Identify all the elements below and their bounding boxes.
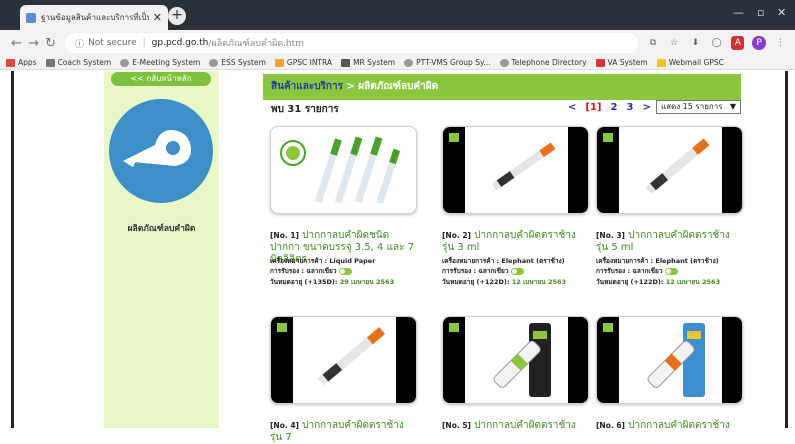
- url-path: /ผลิตภัณฑ์ลบคำผิด.htm: [208, 39, 305, 49]
- tab-title: ฐานข้อมูลสินค้าและบริการที่เป็นมิตรกับ: [41, 13, 149, 22]
- product-name[interactable]: [No. 6] ปากกาลบคำผิดตราช้าง: [596, 420, 743, 432]
- bookmarks-bar: Apps Coach System E-Meeting System ESS S…: [0, 56, 795, 70]
- per-page-select[interactable]: แสดง 15 รายการ ▼: [656, 100, 741, 114]
- product-cert: การรับรอง : ฉลากเขียว: [270, 266, 352, 276]
- bookmark-ptt-vms[interactable]: PTT-VMS Group Sy...: [404, 58, 491, 67]
- close-window-icon[interactable]: ✕: [777, 6, 786, 19]
- bookmark-icon: [341, 58, 351, 67]
- bookmark-va-system[interactable]: VA System: [595, 58, 648, 67]
- browser-titlebar: ฐานข้อมูลสินค้าและบริการที่เป็นมิตรกับ ✕…: [0, 0, 795, 30]
- bookmark-apps[interactable]: Apps: [6, 58, 37, 67]
- star-icon[interactable]: ☆: [668, 36, 681, 50]
- green-label-icon: [664, 267, 678, 275]
- product-name[interactable]: [No. 4] ปากกาลบคำผิดตราช้าง รุ่น 7: [270, 420, 417, 444]
- product-name[interactable]: [No. 3] ปากกาลบคำผิดตราช้าง รุ่น 5 ml: [596, 230, 743, 254]
- product-cert: การรับรอง : ฉลากเขียว: [596, 266, 678, 276]
- apps-icon: [6, 58, 15, 67]
- green-label-icon: [338, 267, 352, 275]
- category-sidebar: << กลับหน้าหลัก ผลิตภัณฑ์ลบคำผิด: [104, 71, 219, 428]
- pdf-extension-icon[interactable]: A: [731, 36, 745, 50]
- product-image[interactable]: [442, 316, 589, 404]
- new-tab-button[interactable]: +: [168, 7, 186, 25]
- product-expiry: วันหมดอายุ (+122D): 12 เมษายน 2563: [442, 278, 567, 286]
- product-brand: เครื่องหมายการค้า : Elephant (ตราช้าง): [442, 257, 565, 265]
- globe-icon: [209, 58, 219, 67]
- product-image[interactable]: [596, 126, 743, 214]
- pager-page-3[interactable]: 3: [626, 102, 633, 113]
- main-content: สินค้าและบริการ > ผลิตภัณฑ์ลบคำผิด พบ 31…: [263, 71, 743, 443]
- bookmark-icon: [595, 58, 605, 67]
- bookmark-webmail[interactable]: Webmail GPSC: [656, 58, 724, 67]
- product-image[interactable]: [270, 316, 417, 404]
- reload-icon[interactable]: ↻: [42, 36, 59, 51]
- globe-icon: [499, 58, 509, 67]
- globe-icon: [404, 58, 414, 67]
- page-left-border: [11, 71, 14, 428]
- maximize-icon[interactable]: ▫: [757, 6, 764, 19]
- pager-current: [1]: [585, 102, 602, 113]
- chevron-down-icon: ▼: [729, 102, 736, 111]
- forward-arrow-icon[interactable]: →: [25, 36, 42, 51]
- webmail-icon: [656, 58, 666, 67]
- bookmark-icon: [45, 58, 55, 67]
- green-label-icon: [510, 267, 524, 275]
- product-brand: เครื่องหมายการค้า : Elephant (ตราช้าง): [596, 257, 719, 265]
- breadcrumb: สินค้าและบริการ > ผลิตภัณฑ์ลบคำผิด: [263, 74, 741, 100]
- security-label: Not secure: [88, 38, 137, 48]
- back-arrow-icon[interactable]: ←: [8, 36, 25, 51]
- download-icon[interactable]: ⬇: [689, 36, 702, 50]
- correction-tape-icon: [109, 99, 213, 203]
- menu-icon[interactable]: ⋮: [774, 36, 787, 50]
- category-title: ผลิตภัณฑ์ลบคำผิด: [127, 224, 196, 234]
- product-image[interactable]: [442, 126, 589, 214]
- breadcrumb-current: ผลิตภัณฑ์ลบคำผิด: [358, 81, 439, 92]
- product-image[interactable]: [596, 316, 743, 404]
- profile-avatar[interactable]: P: [752, 36, 766, 50]
- url-domain: gp.pcd.go.th: [151, 38, 209, 48]
- gpsc-icon: [274, 58, 284, 67]
- product-brand: เครื่องหมายการค้า : Liquid Paper: [270, 257, 376, 265]
- bookmark-mr-system[interactable]: MR System: [341, 58, 395, 67]
- tab-favicon-icon: [26, 12, 36, 23]
- tab-close-icon[interactable]: ✕: [153, 11, 162, 24]
- product-name[interactable]: [No. 5] ปากกาลบคำผิดตราช้าง: [442, 420, 589, 432]
- address-input[interactable]: ⓘ Not secure | gp.pcd.go.th /ผลิตภัณฑ์ลบ…: [65, 33, 639, 53]
- product-image[interactable]: [270, 126, 417, 214]
- translate-icon[interactable]: ⧉: [646, 36, 659, 50]
- minimize-icon[interactable]: —: [733, 6, 744, 19]
- bookmark-telephone[interactable]: Telephone Directory: [499, 58, 587, 67]
- info-icon[interactable]: ⓘ: [75, 37, 84, 50]
- result-count: พบ 31 รายการ: [271, 104, 339, 115]
- breadcrumb-parent-link[interactable]: สินค้าและบริการ: [271, 81, 343, 92]
- address-bar-row: ← → ↻ ⓘ Not secure | gp.pcd.go.th /ผลิตภ…: [0, 30, 795, 56]
- product-expiry: วันหมดอายุ (+135D): 29 เมษายน 2563: [270, 278, 395, 286]
- browser-tab[interactable]: ฐานข้อมูลสินค้าและบริการที่เป็นมิตรกับ ✕: [20, 5, 168, 30]
- pager-next[interactable]: >: [642, 102, 650, 113]
- web-page: << กลับหน้าหลัก ผลิตภัณฑ์ลบคำผิด สินค้าแ…: [0, 71, 795, 443]
- back-to-home-button[interactable]: << กลับหน้าหลัก: [111, 72, 211, 86]
- bookmark-coach-system[interactable]: Coach System: [45, 58, 111, 67]
- product-cert: การรับรอง : ฉลากเขียว: [442, 266, 524, 276]
- bookmark-emeeting[interactable]: E-Meeting System: [120, 58, 200, 67]
- bookmark-gpsc-intra[interactable]: GPSC INTRA: [274, 58, 332, 67]
- pager-page-2[interactable]: 2: [611, 102, 618, 113]
- pagination: < [1] 2 3 >: [568, 102, 660, 113]
- page-right-border: [785, 71, 788, 428]
- globe-icon: [120, 58, 130, 67]
- bookmark-ess[interactable]: ESS System: [209, 58, 266, 67]
- extension-icon[interactable]: ◯: [710, 36, 723, 50]
- pager-prev[interactable]: <: [568, 102, 576, 113]
- product-expiry: วันหมดอายุ (+122D): 12 เมษายน 2563: [596, 278, 721, 286]
- product-name[interactable]: [No. 2] ปากกาลบคำผิดตราช้าง รุ่น 3 ml: [442, 230, 589, 254]
